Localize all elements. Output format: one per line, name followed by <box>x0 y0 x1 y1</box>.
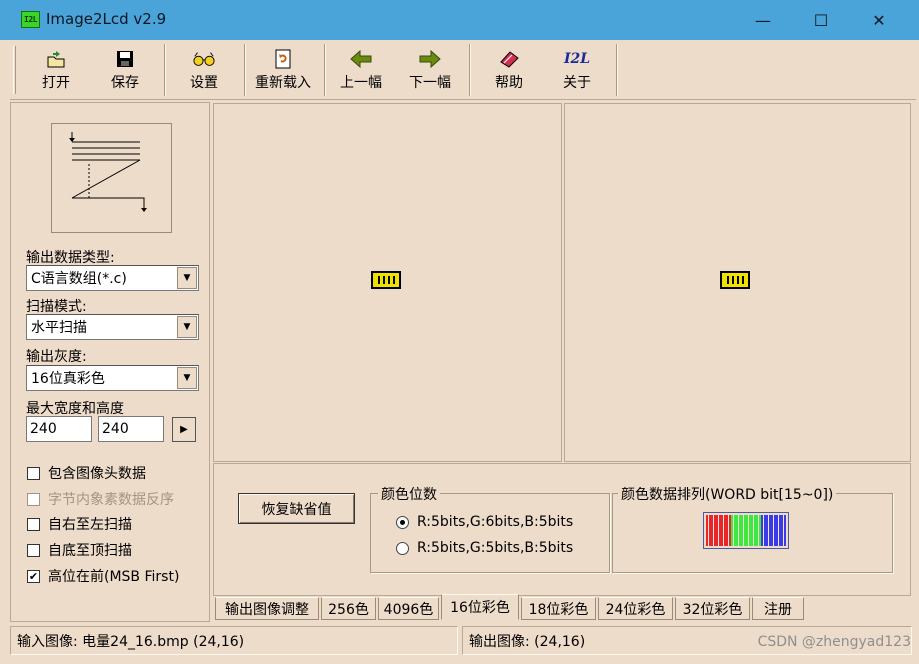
checkbox-label: 字节内象素数据反序 <box>48 492 174 508</box>
checkbox-box[interactable] <box>27 517 40 531</box>
scan-mode-label: 扫描模式: <box>26 299 87 315</box>
gray-level-value: 16位真彩色 <box>31 371 105 387</box>
open-folder-icon <box>45 49 67 69</box>
color-bit-strip[interactable] <box>703 512 789 549</box>
scan-mode-preview <box>51 123 172 233</box>
gray-level-label: 输出灰度: <box>26 349 87 365</box>
tab-register[interactable]: 注册 <box>752 597 804 620</box>
scan-mode-select[interactable]: 水平扫描 ▼ <box>26 314 199 340</box>
toolbar-grip[interactable] <box>13 46 16 94</box>
tab-4096-color[interactable]: 4096色 <box>378 597 439 620</box>
about-button[interactable]: I2L 关于 <box>551 47 603 95</box>
max-size-label: 最大宽度和高度 <box>26 401 124 417</box>
help-book-icon <box>498 49 520 69</box>
about-label: 关于 <box>563 75 591 91</box>
checkbox-right-to-left[interactable]: 自右至左扫描 <box>27 514 132 534</box>
prev-label: 上一幅 <box>340 75 382 91</box>
apply-size-button[interactable]: ▶ <box>172 417 196 442</box>
open-label: 打开 <box>42 75 70 91</box>
checkbox-box[interactable] <box>27 466 40 480</box>
next-label: 下一幅 <box>409 75 451 91</box>
close-button[interactable]: ✕ <box>850 0 908 40</box>
checkbox-label: 自底至顶扫描 <box>48 543 132 559</box>
max-width-input[interactable]: 240 <box>26 416 92 442</box>
tab-16bit-color[interactable]: 16位彩色 <box>441 594 519 620</box>
checkbox-box[interactable] <box>27 543 40 557</box>
checkbox-label: 包含图像头数据 <box>48 466 146 482</box>
reload-button[interactable]: 重新载入 <box>250 47 316 95</box>
radio-label: R:5bits,G:5bits,B:5bits <box>417 540 574 556</box>
minimize-button[interactable]: — <box>734 0 792 40</box>
output-battery-image <box>720 271 750 289</box>
window-title: Image2Lcd v2.9 <box>46 10 167 28</box>
checkbox-label: 高位在前(MSB First) <box>48 569 180 585</box>
tab-24bit-color[interactable]: 24位彩色 <box>598 597 673 620</box>
toolbar-separator <box>244 44 246 96</box>
chevron-down-icon[interactable]: ▼ <box>177 367 197 389</box>
play-arrow-icon: ▶ <box>180 424 188 435</box>
radio-565[interactable]: R:5bits,G:6bits,B:5bits <box>396 514 573 530</box>
color-bits-title: 颜色位数 <box>378 484 440 504</box>
help-label: 帮助 <box>495 75 523 91</box>
arrow-left-icon <box>350 49 372 69</box>
glasses-icon <box>193 49 215 69</box>
prev-image-button[interactable]: 上一幅 <box>335 47 387 95</box>
arrow-right-icon <box>419 49 441 69</box>
scan-mode-value: 水平扫描 <box>31 320 87 336</box>
checkbox-bottom-to-top[interactable]: 自底至顶扫描 <box>27 540 132 560</box>
scan-direction-diagram-icon <box>69 132 147 212</box>
next-image-button[interactable]: 下一幅 <box>404 47 456 95</box>
reload-label: 重新载入 <box>255 75 311 91</box>
toolbar-separator <box>616 44 618 96</box>
checkbox-reverse-pixels: 字节内象素数据反序 <box>27 489 174 509</box>
open-button[interactable]: 打开 <box>30 47 82 95</box>
output-type-select[interactable]: C语言数组(*.c) ▼ <box>26 265 199 291</box>
reload-document-icon <box>272 49 294 69</box>
checkbox-include-header[interactable]: 包含图像头数据 <box>27 463 146 483</box>
tab-18bit-color[interactable]: 18位彩色 <box>521 597 596 620</box>
settings-label: 设置 <box>190 75 218 91</box>
toolbar-separator <box>324 44 326 96</box>
chevron-down-icon[interactable]: ▼ <box>177 267 197 289</box>
radio-dot[interactable] <box>396 515 409 529</box>
tab-32bit-color[interactable]: 32位彩色 <box>675 597 750 620</box>
watermark: CSDN @zhengyad123 <box>757 634 911 650</box>
gray-level-select[interactable]: 16位真彩色 ▼ <box>26 365 199 391</box>
color-bit-0 <box>781 515 786 546</box>
color-bits-group <box>370 493 610 573</box>
color-order-title: 颜色数据排列(WORD bit[15~0]) <box>618 484 837 504</box>
maximize-button[interactable]: ☐ <box>792 0 850 40</box>
settings-button[interactable]: 设置 <box>178 47 230 95</box>
checkbox-box <box>27 492 40 506</box>
output-type-label: 输出数据类型: <box>26 250 115 266</box>
save-button[interactable]: 保存 <box>99 47 151 95</box>
tab-256-color[interactable]: 256色 <box>321 597 376 620</box>
max-height-input[interactable]: 240 <box>98 416 164 442</box>
save-label: 保存 <box>111 75 139 91</box>
radio-label: R:5bits,G:6bits,B:5bits <box>417 514 574 530</box>
chevron-down-icon[interactable]: ▼ <box>177 316 197 338</box>
tab-output-adjust[interactable]: 输出图像调整 <box>215 597 319 620</box>
radio-555[interactable]: R:5bits,G:5bits,B:5bits <box>396 540 573 556</box>
restore-defaults-button[interactable]: 恢复缺省值 <box>238 493 355 524</box>
input-image-status: 输入图像: 电量24_16.bmp (24,16) <box>10 626 458 655</box>
input-battery-image <box>371 271 401 289</box>
about-logo-icon: I2L <box>563 51 591 67</box>
floppy-disk-icon <box>114 49 136 69</box>
checkmark-icon[interactable]: ✔ <box>27 569 40 583</box>
toolbar-separator <box>164 44 166 96</box>
output-type-value: C语言数组(*.c) <box>31 271 127 287</box>
app-icon: I2L <box>21 11 40 28</box>
checkbox-msb-first[interactable]: ✔ 高位在前(MSB First) <box>27 566 179 586</box>
help-button[interactable]: 帮助 <box>483 47 535 95</box>
toolbar-separator <box>469 44 471 96</box>
checkbox-label: 自右至左扫描 <box>48 517 132 533</box>
radio-dot[interactable] <box>396 541 409 555</box>
